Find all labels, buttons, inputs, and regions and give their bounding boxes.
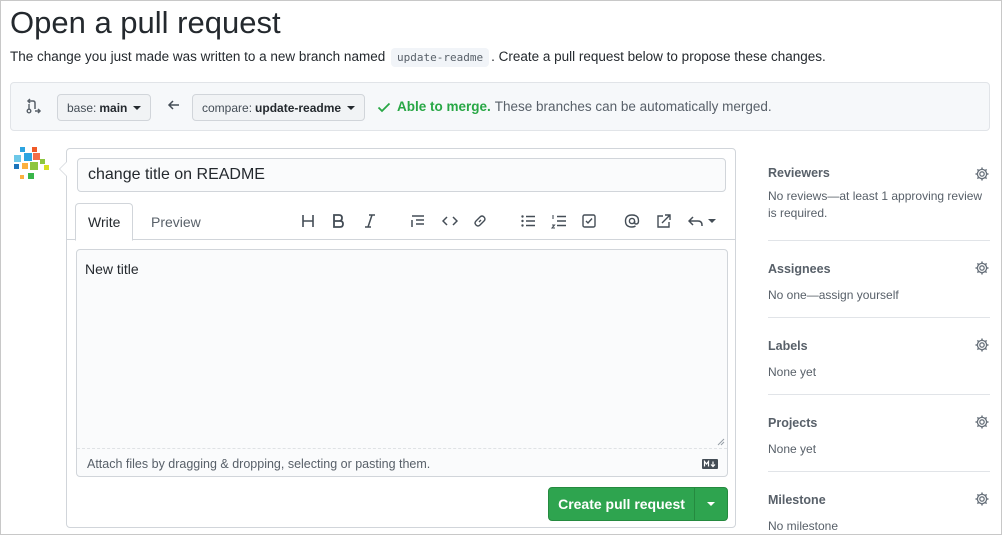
bold-icon[interactable] [328, 211, 348, 231]
merge-status: Able to merge. These branches can be aut… [377, 99, 772, 114]
sidebar-section-assignees: Assignees No one—assign yourself [768, 241, 990, 318]
page-subtitle: The change you just made was written to … [10, 48, 826, 67]
sidebar-section-labels: Labels None yet [768, 318, 990, 395]
italic-icon[interactable] [360, 211, 380, 231]
compare-branch-select[interactable]: compare: update-readme [192, 94, 366, 121]
tab-write[interactable]: Write [75, 203, 134, 241]
resize-handle-icon[interactable] [715, 436, 725, 446]
merge-status-text: These branches can be automatically merg… [494, 99, 772, 114]
compare-label: compare: [202, 100, 253, 115]
base-branch-select[interactable]: base: main [57, 94, 152, 121]
sidebar-body: No milestone [768, 519, 839, 533]
page-title: Open a pull request [10, 5, 281, 40]
sidebar-body: None yet [768, 442, 817, 456]
reference-icon[interactable] [654, 211, 674, 231]
subtitle-text-after: . Create a pull request below to propose… [491, 49, 826, 64]
gear-icon[interactable] [974, 337, 990, 353]
chevron-down-icon [133, 105, 142, 110]
merge-status-strong: Able to merge. [397, 99, 491, 114]
sidebar-section-projects: Projects None yet [768, 395, 990, 472]
branch-name-code: update-readme [390, 48, 490, 67]
heading-icon[interactable] [298, 211, 318, 231]
chevron-down-icon [347, 105, 356, 110]
pr-body-text[interactable]: New title [85, 261, 139, 277]
compare-branches-icon [26, 98, 42, 114]
sidebar-title: Milestone [768, 493, 826, 507]
compare-value: update-readme [255, 100, 342, 115]
numbered-list-icon[interactable] [549, 211, 569, 231]
attach-files-bar[interactable]: Attach files by dragging & dropping, sel… [77, 448, 727, 476]
pr-body-textarea[interactable]: New title Attach files by dragging & dro… [76, 249, 728, 477]
markdown-icon[interactable] [702, 459, 718, 469]
reply-icon[interactable] [686, 211, 718, 231]
arrow-left-icon [167, 100, 179, 110]
gear-icon[interactable] [974, 260, 990, 276]
tab-preview[interactable]: Preview [139, 203, 213, 240]
attach-files-text: Attach files by dragging & dropping, sel… [87, 457, 431, 471]
sidebar-title: Assignees [768, 262, 831, 276]
sidebar-title: Labels [768, 339, 808, 353]
sidebar-body[interactable]: No one—assign yourself [768, 287, 990, 304]
sidebar-section-reviewers: Reviewers No reviews—at least 1 approvin… [768, 156, 990, 241]
link-icon[interactable] [470, 211, 490, 231]
branch-compare-bar: base: main compare: update-readme Able t… [10, 82, 990, 131]
gear-icon[interactable] [974, 166, 990, 182]
gear-icon[interactable] [974, 414, 990, 430]
sidebar-title: Reviewers [768, 166, 830, 180]
bulleted-list-icon[interactable] [518, 211, 538, 231]
create-pull-request-label: Create pull request [558, 496, 685, 512]
task-list-icon[interactable] [579, 211, 599, 231]
subtitle-text-before: The change you just made was written to … [10, 49, 386, 64]
quote-icon[interactable] [408, 211, 428, 231]
code-icon[interactable] [440, 211, 460, 231]
pull-request-form: Write Preview New title [59, 148, 736, 528]
user-avatar[interactable] [10, 145, 52, 187]
pr-title-input[interactable] [77, 158, 726, 192]
base-label: base: [67, 100, 97, 115]
base-value: main [99, 100, 128, 115]
mention-icon[interactable] [622, 211, 642, 231]
gear-icon[interactable] [974, 491, 990, 507]
chevron-down-icon [707, 502, 715, 506]
pr-sidebar: Reviewers No reviews—at least 1 approvin… [768, 156, 990, 535]
sidebar-body: No reviews—at least 1 approving review i… [768, 189, 983, 220]
check-icon [377, 102, 391, 112]
create-pull-request-button[interactable]: Create pull request [548, 487, 728, 521]
sidebar-body: None yet [768, 365, 817, 379]
sidebar-section-milestone: Milestone No milestone [768, 472, 990, 535]
sidebar-title: Projects [768, 416, 818, 430]
chevron-down-icon [708, 219, 716, 223]
create-options-dropdown[interactable] [694, 488, 727, 520]
